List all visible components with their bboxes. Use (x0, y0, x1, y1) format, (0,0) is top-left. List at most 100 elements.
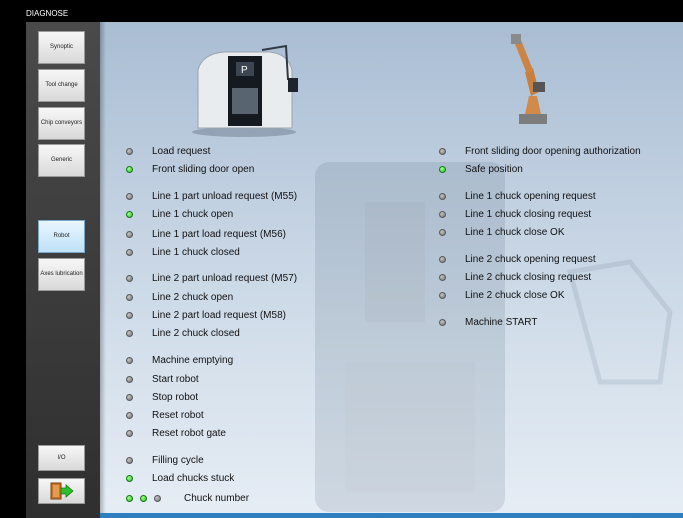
signal-row: Reset robot (126, 408, 204, 422)
status-led (126, 248, 133, 256)
signal-row: Line 2 chuck closing request (439, 270, 591, 284)
status-led (439, 165, 446, 173)
signal-row: Line 2 chuck closed (126, 326, 240, 340)
signal-row: Line 2 chuck open (126, 290, 233, 304)
status-led (126, 356, 133, 364)
signal-label: Line 2 chuck opening request (465, 253, 596, 265)
signal-row: Safe position (439, 162, 523, 176)
status-led (439, 210, 446, 218)
diagnostics-panel: P Load request Front sliding door open L… (100, 22, 683, 518)
signal-label: Line 2 chuck closing request (465, 271, 592, 283)
signal-label: Line 1 part unload request (M55) (152, 190, 298, 202)
bottom-accent-bar (100, 513, 683, 518)
status-led (126, 147, 133, 155)
signal-label: Line 2 chuck close OK (465, 289, 565, 301)
status-led (126, 411, 133, 419)
signal-label: Line 1 chuck close OK (465, 226, 565, 238)
nav-axes-lubrication-button[interactable]: Axes lubrication (38, 258, 85, 291)
signal-row: Line 1 chuck opening request (439, 189, 596, 203)
signal-label: Line 1 chuck open (152, 208, 234, 220)
signal-label: Line 1 chuck closed (152, 246, 240, 258)
nav-robot-button[interactable]: Robot (38, 220, 85, 253)
signal-row: Stop robot (126, 390, 198, 404)
exit-button[interactable] (38, 478, 85, 504)
status-led (126, 165, 133, 173)
status-led (126, 456, 133, 464)
status-led (126, 311, 133, 319)
status-led (126, 375, 133, 383)
signal-label: Machine START (465, 316, 538, 328)
signal-label: Machine emptying (152, 354, 234, 366)
status-led (439, 273, 446, 281)
status-led (439, 192, 446, 200)
signal-label: Line 1 chuck closing request (465, 208, 592, 220)
signal-label: Line 1 part load request (M56) (152, 228, 286, 240)
signal-label: Line 2 part unload request (M57) (152, 272, 298, 284)
chuck-number-led (140, 494, 147, 502)
signal-label: Filling cycle (152, 454, 204, 466)
signal-row: Front sliding door open (126, 162, 254, 176)
signal-label: Line 2 part load request (M58) (152, 309, 286, 321)
chuck-number-label: Chuck number (184, 492, 250, 504)
status-led (126, 474, 133, 482)
svg-text:P: P (241, 65, 248, 76)
exit-door-icon (50, 482, 74, 500)
signal-row: Load request (126, 144, 210, 158)
signal-row: Reset robot gate (126, 426, 226, 440)
signal-label: Reset robot (152, 409, 204, 421)
signal-row: Start robot (126, 372, 199, 386)
signal-row: Line 1 chuck closed (126, 245, 240, 259)
nav-tool-change-button[interactable]: Tool change (38, 69, 85, 102)
diagnose-window: DIAGNOSE Synoptic Tool change Chip conve… (0, 0, 683, 518)
machine-image: P (192, 44, 298, 137)
robot-image (511, 34, 547, 124)
status-led (439, 147, 446, 155)
status-led (126, 210, 133, 218)
signal-label: Reset robot gate (152, 427, 226, 439)
sidebar: Synoptic Tool change Chip conveyors Gene… (26, 22, 100, 518)
status-led (439, 291, 446, 299)
status-led (439, 255, 446, 263)
signal-row: Line 1 part unload request (M55) (126, 189, 297, 203)
signal-row: Line 1 chuck open (126, 207, 233, 221)
chuck-number-led (154, 494, 161, 502)
signal-label: Load chucks stuck (152, 472, 235, 484)
signal-row: Filling cycle (126, 453, 204, 467)
signal-label: Line 1 chuck opening request (465, 190, 596, 202)
nav-generic-button[interactable]: Generic (38, 144, 85, 177)
signal-label: Line 2 chuck closed (152, 327, 240, 339)
signal-row: Machine START (439, 315, 537, 329)
status-led (126, 293, 133, 301)
status-led (126, 393, 133, 401)
signal-label: Load request (152, 145, 211, 157)
window-title: DIAGNOSE (26, 9, 69, 18)
status-led (126, 230, 133, 238)
signal-row: Front sliding door opening authorization (439, 144, 641, 158)
signal-row: Line 2 part load request (M58) (126, 308, 286, 322)
status-led (439, 228, 446, 236)
signal-label: Start robot (152, 373, 199, 385)
status-led (126, 329, 133, 337)
signal-row: Machine emptying (126, 353, 233, 367)
signal-row: Load chucks stuck (126, 471, 234, 485)
signal-label: Front sliding door opening authorization (465, 145, 641, 157)
signal-row: Line 2 chuck opening request (439, 252, 596, 266)
chuck-number-led (126, 494, 133, 502)
status-led (126, 429, 133, 437)
status-led (126, 192, 133, 200)
signal-row: Line 1 chuck closing request (439, 207, 591, 221)
signal-label: Line 2 chuck open (152, 291, 234, 303)
status-led (439, 318, 446, 326)
signal-label: Safe position (465, 163, 523, 175)
io-button[interactable]: I/O (38, 445, 85, 471)
signal-label: Front sliding door open (152, 163, 255, 175)
chuck-number-row: Chuck number (126, 491, 249, 505)
nav-synoptic-button[interactable]: Synoptic (38, 31, 85, 64)
signal-row: Line 1 part load request (M56) (126, 227, 286, 241)
signal-row: Line 2 part unload request (M57) (126, 271, 297, 285)
nav-chip-conveyors-button[interactable]: Chip conveyors (38, 107, 85, 140)
status-led (126, 274, 133, 282)
signal-row: Line 2 chuck close OK (439, 288, 565, 302)
signal-label: Stop robot (152, 391, 199, 403)
signal-row: Line 1 chuck close OK (439, 225, 565, 239)
